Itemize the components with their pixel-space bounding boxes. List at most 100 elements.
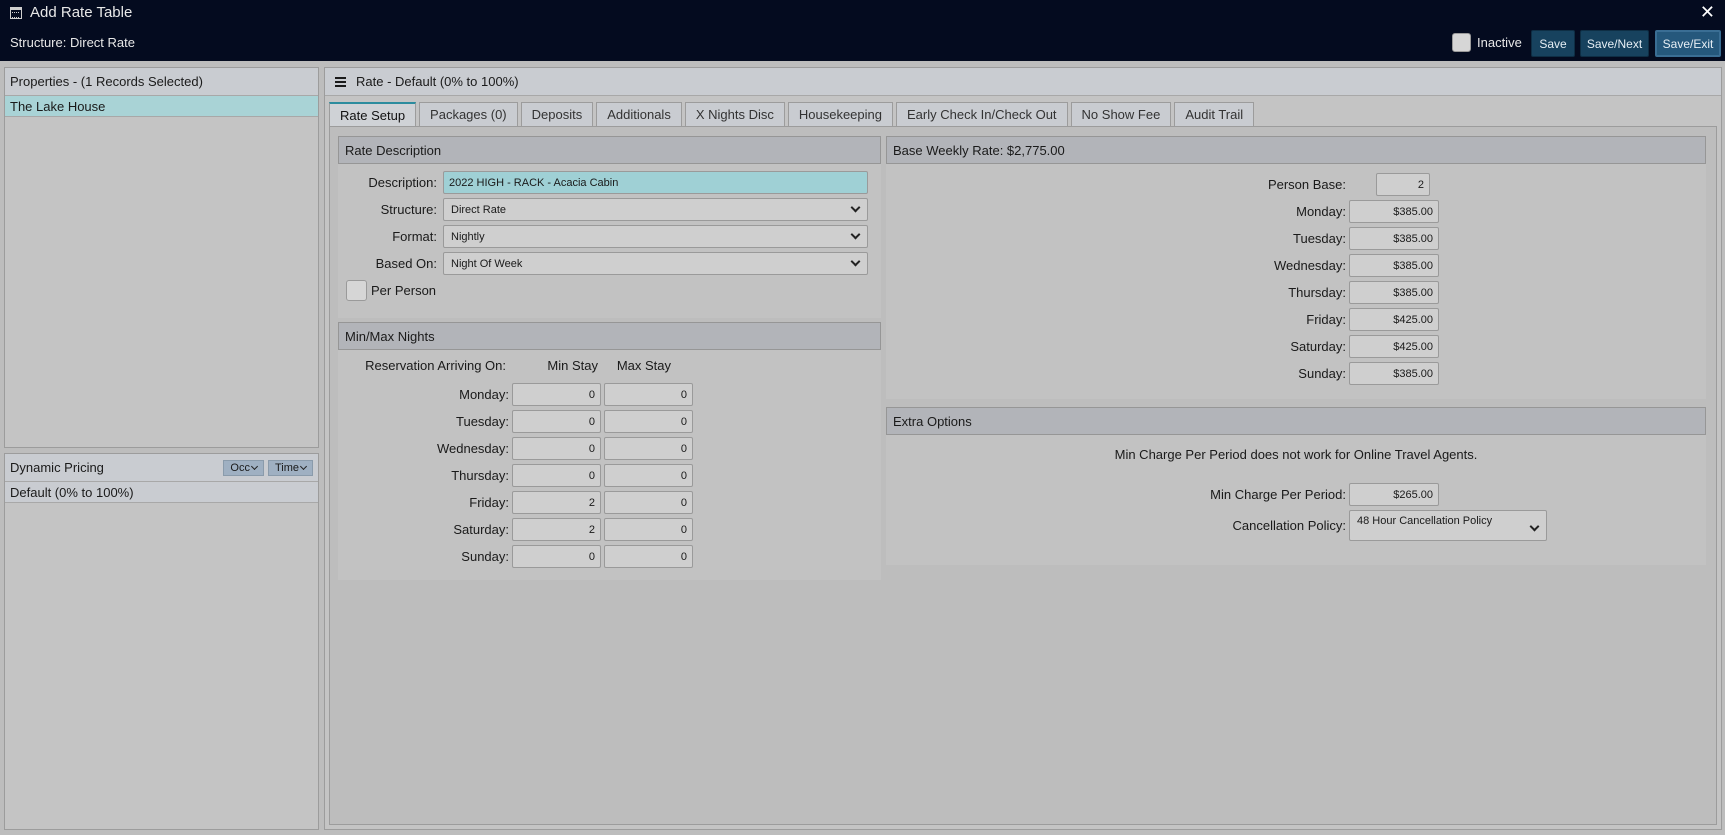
- property-list-item[interactable]: The Lake House: [5, 96, 318, 117]
- save-button[interactable]: Save: [1531, 30, 1575, 57]
- inactive-checkbox[interactable]: [1452, 33, 1471, 52]
- max-stay-input[interactable]: 0: [604, 464, 693, 487]
- max-stay-input[interactable]: 0: [604, 383, 693, 406]
- per-person-row[interactable]: Per Person: [346, 280, 436, 301]
- max-stay-input[interactable]: 0: [604, 545, 693, 568]
- min-stay-input[interactable]: 0: [512, 464, 601, 487]
- day-rate-input[interactable]: $385.00: [1349, 227, 1439, 250]
- close-icon[interactable]: ✕: [1700, 2, 1715, 23]
- day-label: Monday:: [1296, 204, 1346, 219]
- max-stay-input[interactable]: 0: [604, 491, 693, 514]
- weekly-rate-row: Saturday: $425.00: [886, 335, 1439, 358]
- day-label: Wednesday:: [436, 441, 509, 456]
- min-stay-input[interactable]: 0: [512, 437, 601, 460]
- tab-early-check-in[interactable]: Early Check In/Check Out: [895, 102, 1068, 126]
- per-person-checkbox[interactable]: [346, 280, 367, 301]
- day-rate-input[interactable]: $425.00: [1349, 308, 1439, 331]
- day-label: Thursday:: [1288, 285, 1346, 300]
- max-stay-input[interactable]: 0: [604, 410, 693, 433]
- hamburger-menu-icon[interactable]: [335, 76, 346, 87]
- tab-rate-setup[interactable]: Rate Setup: [329, 102, 417, 126]
- time-dropdown-button[interactable]: Time: [267, 459, 313, 476]
- base-weekly-rate-body: Person Base: 2 Monday: $385.00 Tuesday: …: [886, 164, 1706, 399]
- window-title: Add Rate Table: [10, 4, 132, 21]
- save-exit-button[interactable]: Save/Exit: [1655, 30, 1721, 57]
- tab-deposits[interactable]: Deposits: [520, 102, 594, 126]
- min-charge-input[interactable]: $265.00: [1349, 483, 1439, 506]
- rate-tabs: Rate Setup Packages (0) Deposits Additio…: [329, 102, 1255, 126]
- format-row: Format: Nightly: [338, 225, 868, 248]
- day-label: Tuesday:: [456, 414, 509, 429]
- min-max-row: Friday: 2 0: [338, 491, 693, 514]
- tab-no-show-fee[interactable]: No Show Fee: [1070, 102, 1172, 126]
- weekly-rate-row: Friday: $425.00: [886, 308, 1439, 331]
- based-on-value: Night Of Week: [451, 257, 523, 270]
- min-stay-input[interactable]: 2: [512, 491, 601, 514]
- format-select[interactable]: Nightly: [443, 225, 868, 248]
- inactive-toggle[interactable]: Inactive: [1452, 33, 1522, 52]
- structure-subtitle: Structure: Direct Rate: [10, 35, 135, 50]
- structure-value: Direct Rate: [451, 203, 507, 216]
- tab-additionals[interactable]: Additionals: [596, 102, 682, 126]
- chevron-down-icon: [850, 256, 861, 267]
- day-label: Thursday:: [451, 468, 509, 483]
- tab-audit-trail[interactable]: Audit Trail: [1174, 102, 1255, 126]
- dynamic-pricing-title: Dynamic Pricing: [10, 460, 104, 475]
- based-on-select[interactable]: Night Of Week: [443, 252, 868, 275]
- based-on-label: Based On:: [375, 256, 437, 271]
- chevron-down-icon: [1529, 521, 1540, 532]
- cancellation-row: Cancellation Policy: 48 Hour Cancellatio…: [886, 510, 1547, 541]
- dynamic-pricing-list-item[interactable]: Default (0% to 100%): [5, 482, 318, 503]
- day-rate-input[interactable]: $425.00: [1349, 335, 1439, 358]
- ota-note: Min Charge Per Period does not work for …: [1114, 447, 1478, 462]
- occ-dropdown-button[interactable]: Occ: [223, 459, 264, 476]
- min-stay-input[interactable]: 0: [512, 410, 601, 433]
- tab-x-nights-disc[interactable]: X Nights Disc: [684, 102, 785, 126]
- chevron-down-icon: [850, 229, 861, 240]
- day-label: Wednesday:: [1273, 258, 1346, 273]
- day-label: Monday:: [459, 387, 509, 402]
- max-stay-input[interactable]: 0: [604, 518, 693, 541]
- day-label: Sunday:: [1298, 366, 1346, 381]
- base-weekly-rate-header: Base Weekly Rate: $2,775.00: [886, 136, 1706, 164]
- tab-housekeeping[interactable]: Housekeeping: [787, 102, 893, 126]
- min-stay-header: Min Stay: [547, 358, 598, 373]
- min-charge-row: Min Charge Per Period: $265.00: [886, 483, 1439, 506]
- min-stay-input[interactable]: 0: [512, 383, 601, 406]
- weekly-rate-row: Wednesday: $385.00: [886, 254, 1439, 277]
- min-charge-label: Min Charge Per Period:: [1210, 487, 1346, 502]
- min-max-row: Monday: 0 0: [338, 383, 693, 406]
- structure-row: Structure: Direct Rate: [338, 198, 868, 221]
- cancellation-label: Cancellation Policy:: [1232, 518, 1346, 533]
- properties-panel: Properties - (1 Records Selected) The La…: [4, 67, 319, 448]
- day-rate-input[interactable]: $385.00: [1349, 281, 1439, 304]
- structure-select[interactable]: Direct Rate: [443, 198, 868, 221]
- day-label: Friday:: [469, 495, 509, 510]
- min-max-row: Sunday: 0 0: [338, 545, 693, 568]
- day-rate-input[interactable]: $385.00: [1349, 362, 1439, 385]
- rate-description-header: Rate Description: [338, 136, 881, 164]
- weekly-rate-row: Thursday: $385.00: [886, 281, 1439, 304]
- tab-packages[interactable]: Packages (0): [419, 102, 518, 126]
- rate-setup-content: Rate Description Description: 2022 HIGH …: [329, 126, 1717, 825]
- min-max-body: Reservation Arriving On: Min Stay Max St…: [338, 350, 881, 580]
- min-max-header: Min/Max Nights: [338, 322, 881, 350]
- min-stay-input[interactable]: 0: [512, 545, 601, 568]
- min-max-column-headers: Reservation Arriving On: Min Stay Max St…: [338, 358, 671, 373]
- extra-options-header: Extra Options: [886, 407, 1706, 435]
- calendar-icon: [10, 6, 22, 19]
- save-next-button[interactable]: Save/Next: [1580, 30, 1649, 57]
- day-label: Saturday:: [1290, 339, 1346, 354]
- day-rate-input[interactable]: $385.00: [1349, 200, 1439, 223]
- description-input[interactable]: 2022 HIGH - RACK - Acacia Cabin: [443, 171, 868, 194]
- min-max-row: Thursday: 0 0: [338, 464, 693, 487]
- dynamic-pricing-panel: Dynamic Pricing Occ Time Default (0% to …: [4, 453, 319, 830]
- cancellation-policy-select[interactable]: 48 Hour Cancellation Policy: [1349, 510, 1547, 541]
- day-label: Friday:: [1306, 312, 1346, 327]
- max-stay-input[interactable]: 0: [604, 437, 693, 460]
- day-rate-input[interactable]: $385.00: [1349, 254, 1439, 277]
- day-label: Saturday:: [453, 522, 509, 537]
- min-stay-input[interactable]: 2: [512, 518, 601, 541]
- person-base-input[interactable]: 2: [1376, 173, 1430, 196]
- rate-title: Rate - Default (0% to 100%): [356, 74, 519, 89]
